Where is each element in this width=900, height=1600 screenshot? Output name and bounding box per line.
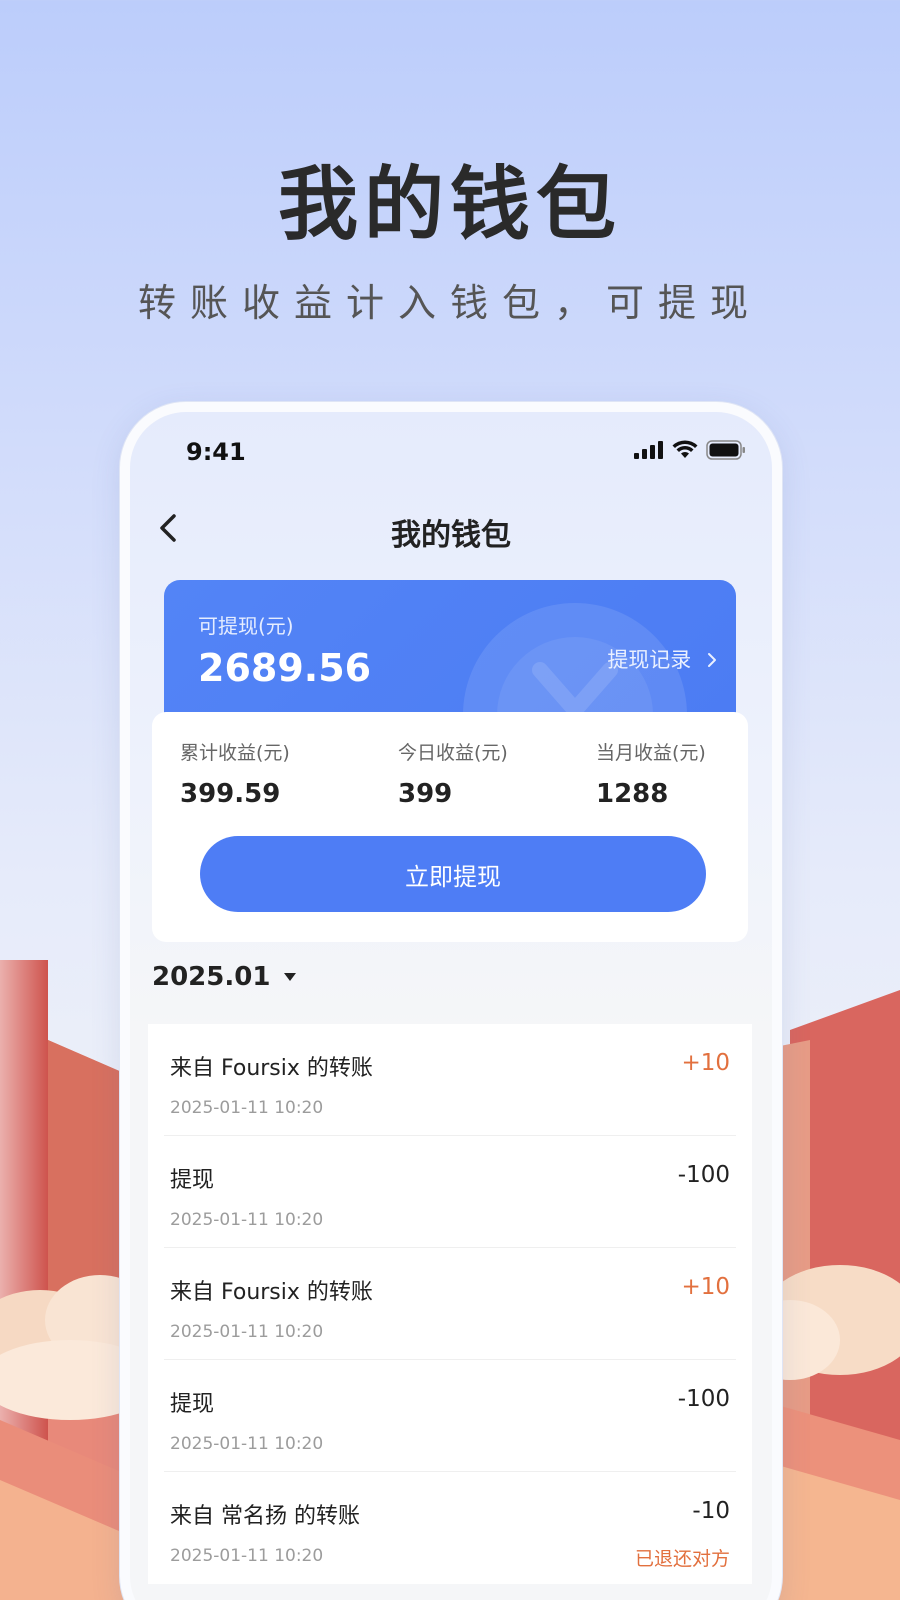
transaction-title: 提现 xyxy=(170,1168,215,1193)
battery-icon xyxy=(706,440,745,460)
transaction-date: 2025-01-11 10:20 xyxy=(170,1098,324,1118)
transaction-amount: +10 xyxy=(681,1050,730,1076)
page-title: 我的钱包 xyxy=(391,518,511,553)
stat-label: 当月收益(元) xyxy=(596,742,706,764)
stat-month-earnings: 当月收益(元) 1288 xyxy=(596,738,706,809)
balance-card: 可提现(元) 2689.56 提现记录 xyxy=(164,580,736,730)
transaction-row[interactable]: 提现 2025-01-11 10:20 -100 xyxy=(164,1360,736,1472)
promo-subtitle: 转账收益计入钱包，可提现 xyxy=(137,281,762,325)
caret-down-icon xyxy=(284,973,297,981)
transaction-row[interactable]: 来自 常名扬 的转账 2025-01-11 10:20 -10 已退还对方 xyxy=(164,1472,736,1584)
stat-label: 累计收益(元) xyxy=(180,742,290,764)
stat-value: 1288 xyxy=(596,779,669,809)
left-building-illustration xyxy=(0,960,140,1600)
withdraw-now-button[interactable]: 立即提现 xyxy=(200,836,706,912)
nav-bar: 我的钱包 xyxy=(130,502,772,558)
transaction-status: 已退还对方 xyxy=(634,1548,730,1570)
withdraw-record-label: 提现记录 xyxy=(607,648,692,672)
transaction-row[interactable]: 来自 Foursix 的转账 2025-01-11 10:20 +10 xyxy=(164,1248,736,1360)
transaction-date: 2025-01-11 10:20 xyxy=(170,1210,324,1230)
stat-today-earnings: 今日收益(元) 399 xyxy=(398,738,508,809)
transaction-amount: -10 xyxy=(692,1498,730,1524)
phone-mockup: 9:41 我的钱包 可提现(元) 2689.56 提现记录 累计收益(元) 39… xyxy=(120,402,782,1600)
transaction-amount: +10 xyxy=(681,1274,730,1300)
promo-title: 我的钱包 xyxy=(278,158,622,251)
transaction-date: 2025-01-11 10:20 xyxy=(170,1546,324,1566)
withdraw-record-link[interactable]: 提现记录 xyxy=(607,644,720,674)
balance-label: 可提现(元) xyxy=(198,614,294,638)
transaction-amount: -100 xyxy=(677,1162,730,1188)
wallet-screen: 9:41 我的钱包 可提现(元) 2689.56 提现记录 累计收益(元) 39… xyxy=(130,412,772,1600)
stat-label: 今日收益(元) xyxy=(398,742,508,764)
transaction-row[interactable]: 提现 2025-01-11 10:20 -100 xyxy=(164,1136,736,1248)
chevron-right-icon xyxy=(708,653,716,667)
transaction-title: 提现 xyxy=(170,1392,215,1417)
month-value: 2025.01 xyxy=(152,962,271,992)
earnings-stats-card: 累计收益(元) 399.59 今日收益(元) 399 当月收益(元) 1288 … xyxy=(152,712,748,942)
stat-total-earnings: 累计收益(元) 399.59 xyxy=(180,738,290,809)
transaction-title: 来自 Foursix 的转账 xyxy=(170,1056,373,1081)
balance-amount: 2689.56 xyxy=(198,646,372,690)
transaction-title: 来自 常名扬 的转账 xyxy=(170,1504,360,1529)
status-time: 9:41 xyxy=(186,438,246,466)
status-icons xyxy=(634,440,746,460)
wifi-icon xyxy=(672,440,698,458)
transaction-date: 2025-01-11 10:20 xyxy=(170,1434,324,1454)
stat-value: 399.59 xyxy=(180,779,281,809)
signal-icon xyxy=(634,441,663,459)
transaction-list: 来自 Foursix 的转账 2025-01-11 10:20 +10 提现 2… xyxy=(148,1024,752,1584)
transaction-row[interactable]: 来自 Foursix 的转账 2025-01-11 10:20 +10 xyxy=(164,1024,736,1136)
stat-value: 399 xyxy=(398,779,453,809)
status-bar: 9:41 xyxy=(130,434,772,474)
month-selector[interactable]: 2025.01 xyxy=(152,962,298,992)
transaction-title: 来自 Foursix 的转账 xyxy=(170,1280,373,1305)
transaction-amount: -100 xyxy=(677,1386,730,1412)
transaction-date: 2025-01-11 10:20 xyxy=(170,1322,324,1342)
